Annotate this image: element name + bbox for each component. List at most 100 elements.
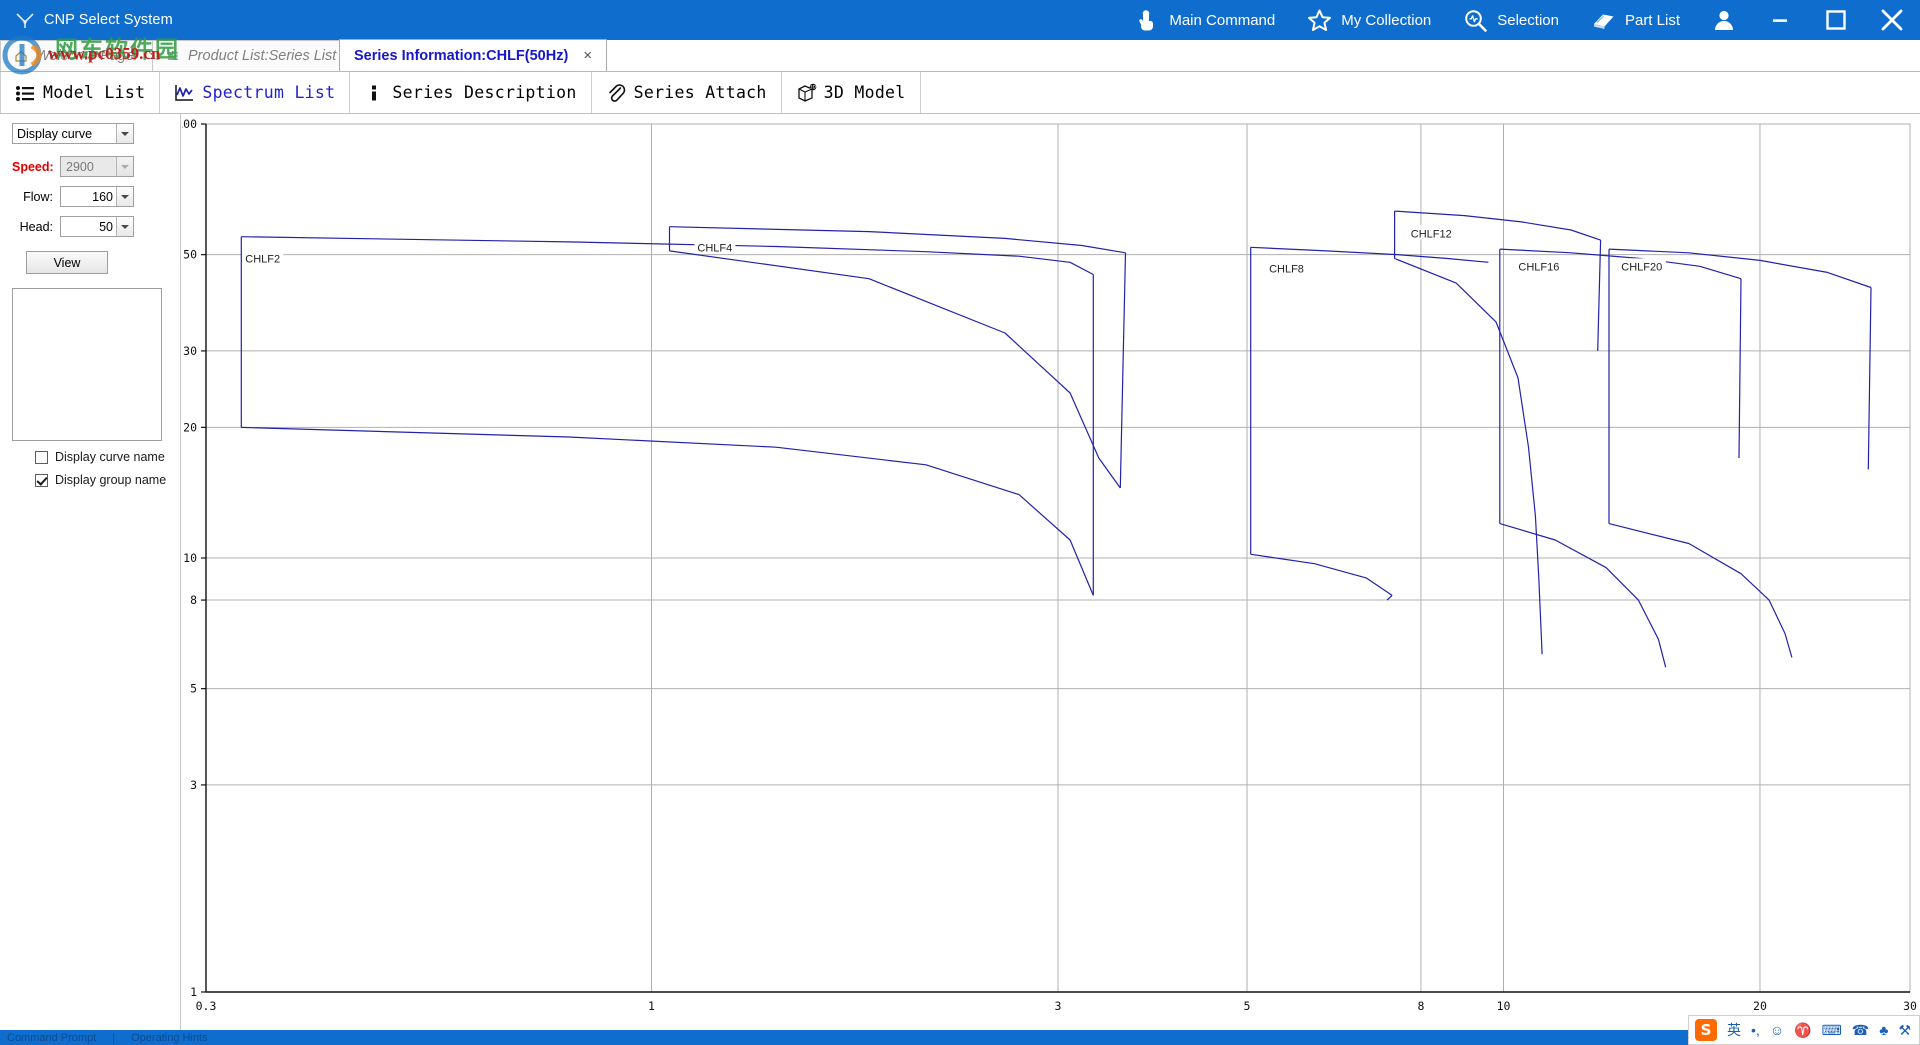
ime-voice-icon[interactable]: ♈ <box>1794 1023 1811 1037</box>
tab-3d-model[interactable]: 3D 3D Model <box>782 72 921 113</box>
x-tick-label: 8 <box>1417 999 1424 1013</box>
curve-label-CHLF4: CHLF4 <box>697 242 732 254</box>
display-mode-select[interactable] <box>12 123 134 144</box>
doc-tab-product-list-label: Product List:Series List <box>188 48 336 64</box>
close-button[interactable] <box>1864 0 1920 40</box>
chart-curve-labels: CHLF2CHLF4CHLF8CHLF12CHLF16CHLF20 <box>242 225 1666 275</box>
document-tab-bar: Welcome Page × Product List:Series List … <box>0 40 1920 72</box>
curve-label-CHLF12: CHLF12 <box>1411 228 1452 240</box>
ime-settings-icon[interactable]: ⚒ <box>1898 1023 1911 1037</box>
y-tick-label: 100 <box>182 117 197 131</box>
ime-emoji-icon[interactable]: ☺ <box>1770 1023 1784 1037</box>
ime-contacts-icon[interactable]: ☎ <box>1852 1023 1869 1037</box>
doc-tab-series-information[interactable]: Series Information:CHLF(50Hz) × <box>339 39 607 71</box>
star-icon <box>1307 8 1332 33</box>
curve-CHLF8-bottom <box>1251 554 1392 595</box>
field-row-flow: Flow: <box>12 186 170 207</box>
head-input[interactable] <box>60 216 134 237</box>
ime-punctuation-icon[interactable]: •, <box>1751 1023 1760 1037</box>
title-bar-left: CNP Select System <box>0 9 520 31</box>
curve-CHLF12-bottom <box>1395 259 1543 655</box>
doc-tab-product-list[interactable]: Product List:Series List <box>152 40 340 71</box>
curve-CHLF2-top <box>241 237 1093 275</box>
list-icon <box>167 50 179 62</box>
y-tick-label: 10 <box>183 551 197 565</box>
part-list-label: Part List <box>1625 12 1680 29</box>
curve-CHLF8-right-edge <box>1387 595 1392 600</box>
status-separator: | <box>96 1032 131 1044</box>
tab-spectrum-list-label: Spectrum List <box>202 83 335 102</box>
display-group-name-checkbox[interactable] <box>35 474 48 487</box>
tab-model-list[interactable]: Model List <box>0 72 160 113</box>
ime-toolbar[interactable]: S 英 •, ☺ ♈ ⌨ ☎ ♣ ⚒ <box>1688 1015 1920 1045</box>
y-tick-label: 3 <box>190 778 197 792</box>
curve-CHLF20-right-edge <box>1868 288 1871 470</box>
curve-CHLF12 <box>1395 211 1601 654</box>
status-bar: Command Prompt | Operating Hints Eventec… <box>0 1030 1920 1045</box>
sogou-logo-icon[interactable]: S <box>1695 1019 1717 1041</box>
part-list-button[interactable]: Part List <box>1575 0 1696 40</box>
doc-tab-series-information-close-icon[interactable]: × <box>583 48 592 63</box>
magnifier-wave-icon <box>1463 8 1488 33</box>
field-row-head: Head: <box>12 216 170 237</box>
curve-CHLF20-bottom <box>1609 524 1792 658</box>
tab-series-description-label: Series Description <box>392 83 576 102</box>
y-tick-label: 1 <box>190 985 197 999</box>
title-bar-actions: Main Command My Collection Selection <box>1119 0 1920 40</box>
book-icon <box>1591 8 1616 33</box>
paperclip-icon <box>606 83 626 103</box>
checkbox-display-curve-name[interactable]: Display curve name <box>12 450 170 464</box>
tab-series-attach[interactable]: Series Attach <box>592 72 782 113</box>
ime-skin-icon[interactable]: ♣ <box>1879 1023 1888 1037</box>
window-controls <box>1696 0 1920 40</box>
speed-field-wrapper <box>60 156 134 177</box>
app-title: CNP Select System <box>44 12 173 28</box>
spectrum-chart[interactable]: CHLF2CHLF4CHLF8CHLF12CHLF16CHLF20 135810… <box>182 114 1920 1030</box>
speed-label: Speed: <box>12 160 60 174</box>
operating-hints-label: Operating Hints <box>131 1032 207 1044</box>
tab-series-description[interactable]: Series Description <box>350 72 591 113</box>
doc-tab-welcome-page[interactable]: Welcome Page × <box>0 40 153 71</box>
flow-label: Flow: <box>12 190 60 204</box>
x-tick-label: 3 <box>1055 999 1062 1013</box>
x-tick-label: 1 <box>648 999 655 1013</box>
tab-series-attach-label: Series Attach <box>634 83 767 102</box>
maximize-button[interactable] <box>1808 0 1864 40</box>
my-collection-button[interactable]: My Collection <box>1291 0 1447 40</box>
selection-label: Selection <box>1497 12 1559 29</box>
x-tick-label: 10 <box>1497 999 1511 1013</box>
head-field-wrapper <box>60 216 134 237</box>
field-row-speed: Speed: <box>12 156 170 177</box>
spectrum-chart-pane[interactable]: CHLF2CHLF4CHLF8CHLF12CHLF16CHLF20 135810… <box>182 114 1920 1030</box>
flow-field-wrapper <box>60 186 134 207</box>
head-label: Head: <box>12 220 60 234</box>
main-command-label: Main Command <box>1169 12 1275 29</box>
checkbox-display-group-name[interactable]: Display group name <box>12 473 170 487</box>
x-tick-label: 5 <box>1244 999 1251 1013</box>
x-tick-label: 30 <box>1903 999 1917 1013</box>
left-control-panel: Speed: Flow: Head: View Display curve na… <box>0 114 181 1030</box>
ime-keyboard-icon[interactable]: ⌨ <box>1822 1023 1842 1037</box>
curve-CHLF16 <box>1500 249 1741 667</box>
curve-CHLF16-right-edge <box>1739 279 1741 458</box>
y-tick-label: 5 <box>190 682 197 696</box>
flow-input[interactable] <box>60 186 134 207</box>
chart-grid <box>206 124 1910 992</box>
tab-spectrum-list[interactable]: Spectrum List <box>160 72 350 113</box>
command-prompt-label: Command Prompt <box>0 1032 96 1044</box>
minimize-button[interactable] <box>1752 0 1808 40</box>
list-bullet-icon <box>15 83 35 103</box>
curve-CHLF2 <box>241 237 1093 596</box>
speed-input <box>60 156 134 177</box>
view-button[interactable]: View <box>26 251 108 274</box>
display-curve-name-checkbox[interactable] <box>35 451 48 464</box>
cube-3d-icon: 3D <box>796 83 816 103</box>
user-account-button[interactable] <box>1696 0 1752 40</box>
ime-language-icon[interactable]: 英 <box>1727 1023 1741 1037</box>
curve-label-CHLF16: CHLF16 <box>1518 261 1559 273</box>
tab-model-list-label: Model List <box>43 83 145 102</box>
results-list-box[interactable] <box>12 288 162 441</box>
main-command-button[interactable]: Main Command <box>1119 0 1291 40</box>
info-icon <box>364 83 384 103</box>
selection-button[interactable]: Selection <box>1447 0 1575 40</box>
